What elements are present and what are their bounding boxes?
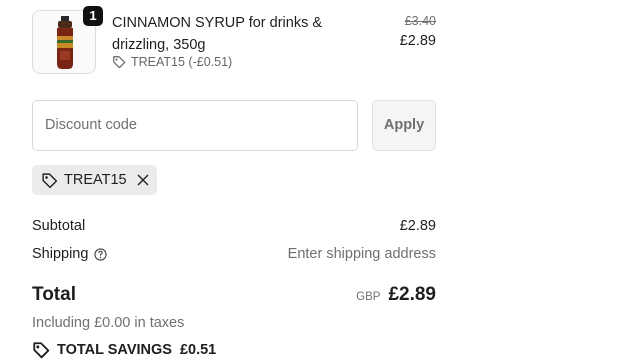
apply-discount-button[interactable]: Apply bbox=[372, 100, 436, 151]
tag-icon bbox=[42, 172, 58, 188]
cart-line-item: 1 CINNAMON SYRUP for drinks & drizzling,… bbox=[32, 6, 436, 76]
original-price: £3.40 bbox=[404, 14, 436, 28]
total-savings: TOTAL SAVINGS £0.51 bbox=[32, 341, 216, 359]
item-discount-allocation: TREAT15 (-£0.51) bbox=[112, 55, 232, 69]
total-amount: £2.89 bbox=[388, 284, 436, 305]
remove-discount-close-icon[interactable] bbox=[137, 174, 149, 186]
tag-icon bbox=[113, 56, 126, 69]
subtotal-label: Subtotal bbox=[32, 218, 86, 234]
taxes-note: Including £0.00 in taxes bbox=[32, 315, 185, 331]
shipping-label: Shipping bbox=[32, 246, 89, 262]
item-discount-label: TREAT15 (-£0.51) bbox=[131, 55, 233, 69]
discounted-price: £2.89 bbox=[399, 33, 436, 49]
discount-code-input[interactable]: Discount code bbox=[32, 100, 358, 151]
product-title: CINNAMON SYRUP for drinks & drizzling, 3… bbox=[112, 15, 323, 53]
total-label: Total bbox=[32, 284, 76, 305]
shipping-label-group: Shipping bbox=[32, 246, 108, 262]
savings-amount: £0.51 bbox=[179, 342, 217, 358]
currency-code: GBP bbox=[356, 291, 381, 303]
product-thumbnail: 1 bbox=[32, 6, 103, 74]
savings-tag-icon bbox=[33, 342, 50, 359]
savings-label: TOTAL SAVINGS bbox=[57, 342, 172, 358]
shipping-value: Enter shipping address bbox=[287, 246, 436, 262]
applied-code-label: TREAT15 bbox=[64, 172, 127, 188]
total-value-group: GBP £2.89 bbox=[356, 284, 436, 306]
applied-discount-chip: TREAT15 bbox=[32, 165, 157, 195]
quantity-badge: 1 bbox=[83, 6, 103, 26]
subtotal-value: £2.89 bbox=[399, 218, 436, 234]
syrup-bottle-icon bbox=[57, 16, 73, 69]
help-circle-icon[interactable] bbox=[94, 247, 108, 261]
